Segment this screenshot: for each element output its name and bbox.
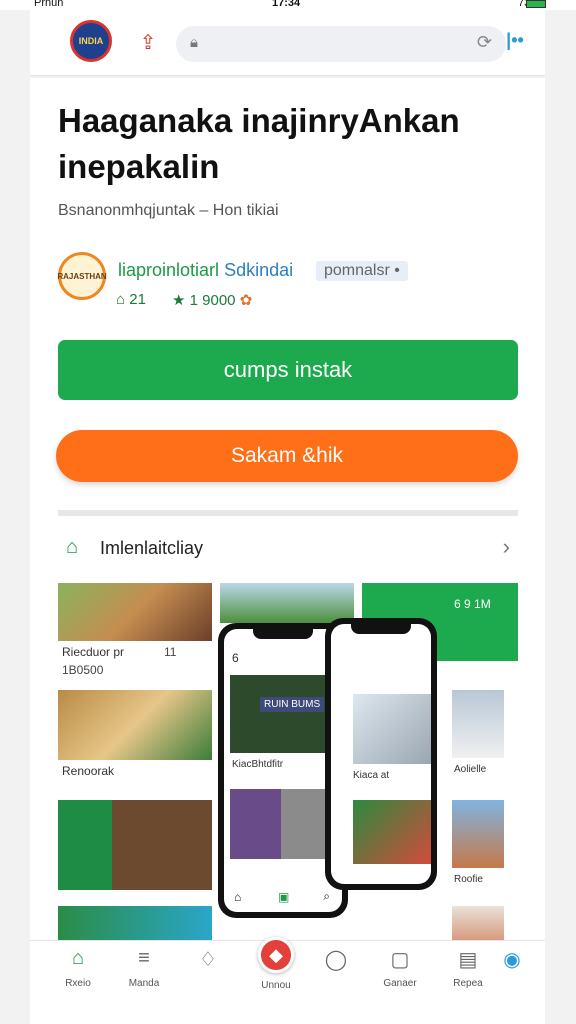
card-number: 11	[164, 645, 177, 659]
downloads-stat: ★ 1 9000 ✿	[172, 292, 253, 309]
phone-photo	[353, 800, 431, 864]
promo-badge: 6 9 1M	[454, 597, 491, 611]
nav-item-chat[interactable]: ◯	[306, 947, 366, 973]
calendar-icon: ▢	[390, 949, 410, 971]
phone-top-text: 6	[232, 651, 239, 665]
home-icon: ⌂	[66, 536, 79, 558]
thumbnail-image	[58, 800, 212, 890]
share-icon[interactable]: ⇪	[134, 28, 162, 56]
phone-photo	[353, 694, 431, 764]
section-title: Imlenlaitcliay	[100, 538, 204, 558]
app-subtitle: Bsnanonmhqjuntak – Hon tikiai	[58, 202, 279, 219]
chat-icon: ◯	[324, 949, 348, 971]
list-item[interactable]: Aolielle	[452, 690, 504, 785]
center-action-button[interactable]: ◆	[258, 937, 294, 973]
developer-name[interactable]: liaproinlotiarl Sdkindai	[118, 260, 293, 281]
browser-toolbar: INDIA ⇪ 🔒︎ ⟳ |••	[30, 10, 545, 76]
thumbnail-image	[58, 690, 212, 760]
phone-banner: RUIN BUMS	[230, 675, 336, 753]
reload-icon[interactable]: ⟳	[477, 32, 492, 53]
chevron-right-icon[interactable]: ›	[503, 534, 510, 560]
clock: 17:34	[272, 0, 301, 9]
url-bar[interactable]: 🔒︎ ⟳	[176, 26, 506, 62]
bell-icon: ♢	[199, 949, 217, 971]
developer-logo: RAJASTHAN	[57, 252, 107, 300]
nav-item-calendar[interactable]: ▢ Ganaer	[370, 947, 430, 991]
carrier-label: Prnun	[34, 0, 64, 9]
menu-icon[interactable]: |••	[500, 30, 530, 56]
home-icon[interactable]: ⌂	[234, 890, 241, 904]
phone-mockup-right: Kiaca at	[325, 618, 437, 890]
home-icon: ⌂	[71, 947, 85, 969]
banner-image	[220, 583, 354, 623]
card-meta: 1B0500	[62, 663, 104, 677]
list-item[interactable]: Riecduor pr 11 1B0500	[58, 583, 212, 678]
section-header[interactable]: ⌂ Imlenlaitcliay ›	[58, 530, 518, 570]
battery-icon	[526, 0, 546, 8]
phone-notch	[351, 624, 411, 634]
card-caption: Aolielle	[454, 764, 487, 775]
card-caption: Renoorak	[62, 764, 115, 778]
rating-stat: ⌂ 21	[116, 291, 146, 308]
phone-caption: Kiaca at	[353, 770, 390, 781]
status-bar: Prnun 17:34 73%	[0, 0, 576, 10]
phone-caption: KiacBhtdfitr	[232, 759, 284, 770]
card-caption: Riecduor pr	[62, 645, 125, 659]
thumbnail-image	[58, 583, 212, 641]
thumbnail-image	[452, 800, 504, 868]
list-item[interactable]	[58, 800, 212, 890]
site-logo[interactable]: INDIA	[70, 20, 112, 62]
bottom-navigation: ⌂ Rxeio ≡ Manda ♢ ◆ Unnou ◯ ▢ Ganaer ▤ R…	[30, 937, 545, 1002]
nav-item-location[interactable]: ◉	[482, 947, 542, 973]
nav-item-center[interactable]: Unnou	[246, 975, 306, 993]
list-item[interactable]: Renoorak	[58, 690, 212, 785]
nav-icon[interactable]: ▣	[278, 890, 289, 904]
app-listing: Haaganaka inajinryAnkan inepakalin Bsnan…	[30, 78, 545, 1024]
secondary-action-button[interactable]: Sakam &hik	[56, 430, 518, 482]
phone-photo	[230, 789, 336, 859]
bottom-strip	[30, 1002, 545, 1024]
list-item[interactable]: Roofie	[452, 800, 504, 895]
location-icon: ◉	[503, 949, 521, 971]
developer-tag: pomnalsr •	[316, 261, 408, 281]
phone-notch	[253, 629, 313, 639]
house-icon: ⌂	[116, 291, 126, 308]
card-caption: Roofie	[454, 874, 483, 885]
app-title: Haaganaka inajinryAnkan inepakalin	[58, 102, 460, 185]
list-icon: ≡	[138, 947, 150, 969]
section-divider	[58, 510, 518, 516]
install-button[interactable]: cumps instak	[58, 340, 518, 400]
thumbnail-image	[452, 690, 504, 758]
search-icon[interactable]: ⌕	[323, 889, 330, 904]
nav-item-list[interactable]: ≡ Manda	[114, 947, 174, 991]
star-icon: ★	[172, 292, 186, 309]
lock-icon: 🔒︎	[190, 34, 198, 51]
nav-item-notifications[interactable]: ♢	[178, 947, 238, 973]
nav-item-home[interactable]: ⌂ Rxeio	[48, 947, 108, 991]
leaf-icon: ✿	[239, 292, 253, 309]
